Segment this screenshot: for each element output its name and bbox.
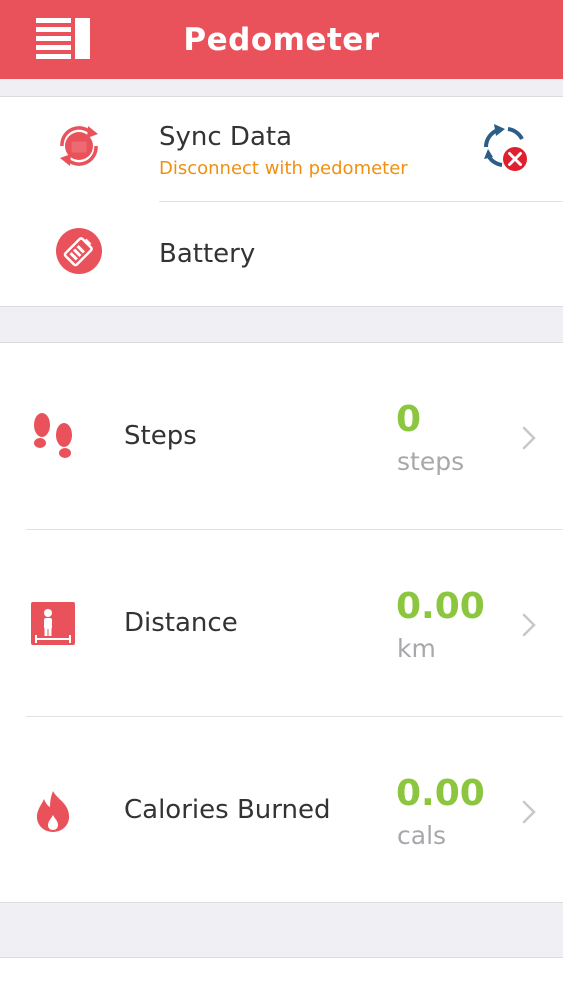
sync-icon: [60, 126, 98, 166]
stats-card: Steps 0 steps Distance 0.00 km Calories …: [0, 342, 563, 903]
sync-status-text: Disconnect with pedometer: [159, 158, 408, 179]
stat-unit: km: [397, 634, 436, 663]
sync-data-label: Sync Data: [159, 122, 293, 152]
list-menu-icon: [36, 18, 90, 59]
stat-unit: steps: [397, 447, 465, 476]
stat-value: 0.00: [396, 586, 485, 627]
chevron-right-icon: [522, 426, 536, 450]
bottom-panel: [0, 957, 563, 1000]
flame-icon: [36, 791, 70, 832]
stat-value: 0: [396, 399, 422, 440]
stat-label: Calories Burned: [124, 795, 331, 825]
stat-label: Distance: [124, 608, 238, 638]
device-card: Sync Data Disconnect with pedometer Batt…: [0, 96, 563, 307]
header-bar: Pedometer: [0, 0, 563, 79]
stat-row-calories[interactable]: Calories Burned 0.00 cals: [0, 717, 563, 903]
page-title: Pedometer: [183, 21, 380, 58]
battery-icon: [56, 228, 102, 274]
app-screen: Pedometer Sync Data Disconnect with pedo…: [0, 0, 563, 1000]
stat-unit: cals: [397, 821, 447, 850]
chevron-right-icon: [522, 613, 536, 637]
footprints-icon: [34, 413, 72, 458]
chevron-right-icon: [522, 800, 536, 824]
distance-icon: [31, 602, 75, 645]
stat-label: Steps: [124, 421, 197, 451]
battery-row[interactable]: Battery: [0, 202, 563, 307]
disconnected-sync-icon: [483, 124, 527, 171]
stat-row-distance[interactable]: Distance 0.00 km: [0, 530, 563, 716]
battery-label: Battery: [159, 239, 256, 269]
menu-button[interactable]: [36, 18, 90, 60]
stat-row-steps[interactable]: Steps 0 steps: [0, 343, 563, 529]
sync-data-row[interactable]: Sync Data Disconnect with pedometer: [0, 97, 563, 202]
stat-value: 0.00: [396, 773, 485, 814]
